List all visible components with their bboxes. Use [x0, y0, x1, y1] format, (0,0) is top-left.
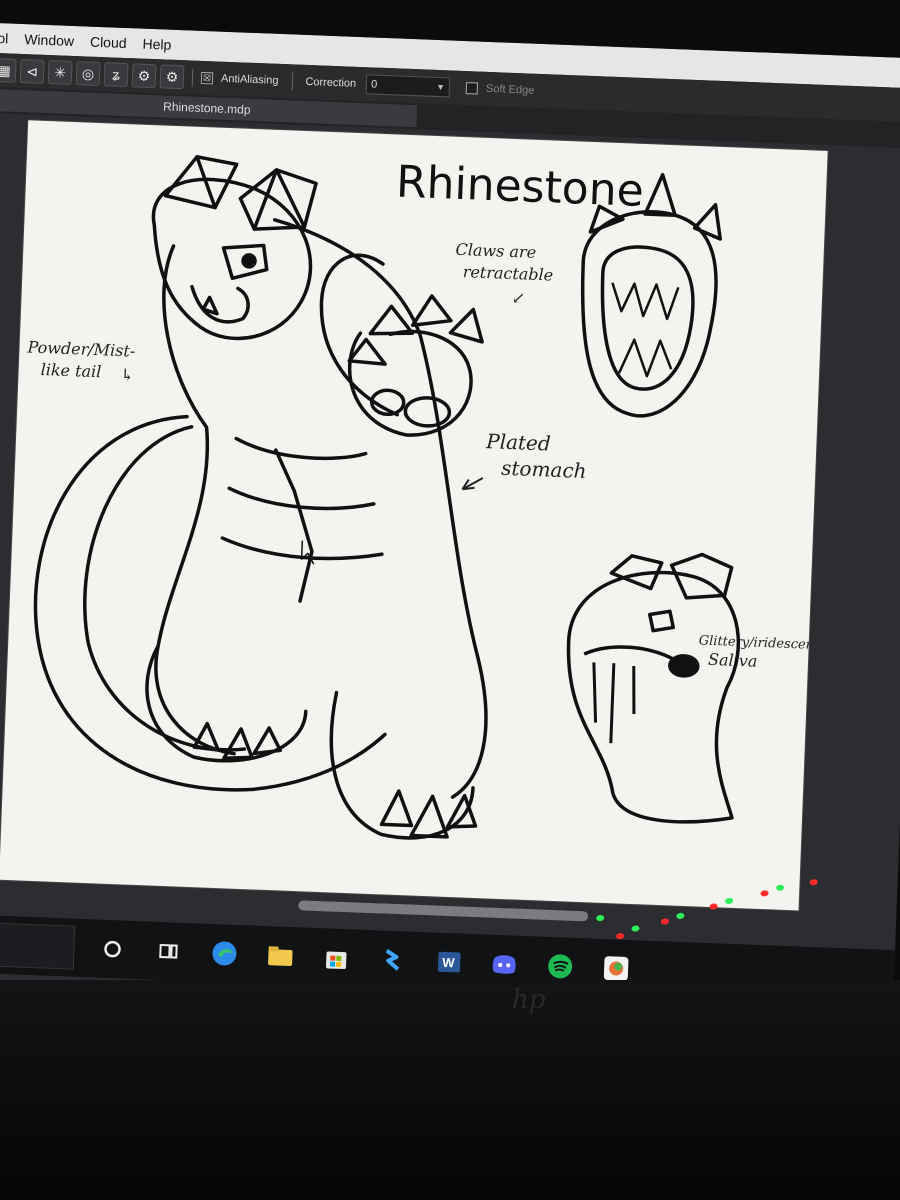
light-bulb	[631, 925, 640, 932]
note-stomach-2: stomach	[501, 456, 587, 483]
word-icon[interactable]: W	[430, 943, 467, 980]
note-claws-2: retractable	[462, 262, 553, 284]
sketch-artwork: Rhinestone Powder/Mist- like tail ↳ Claw…	[26, 155, 820, 840]
note-stomach-1: Plated	[485, 429, 551, 455]
correction-value: 0	[370, 78, 378, 91]
light-bulb	[709, 903, 718, 910]
light-bulb	[676, 912, 685, 920]
note-claws-arrow: ↙	[511, 288, 525, 308]
curve-tool-icon[interactable]: ʑ	[103, 62, 129, 88]
monitor-bezel	[0, 980, 900, 1200]
open-mouth-sketch	[580, 172, 722, 418]
light-bulb	[775, 884, 785, 892]
light-bulb	[760, 889, 769, 897]
menu-tool[interactable]: ol	[0, 30, 9, 46]
menu-window[interactable]: Window	[24, 31, 74, 49]
note-saliva-2: Saliva	[708, 650, 758, 671]
light-bulb	[809, 878, 818, 886]
hp-logo-icon: hp	[512, 985, 546, 1015]
drawing-canvas[interactable]: Rhinestone Powder/Mist- like tail ↳ Claw…	[0, 120, 828, 911]
toolbar-divider	[292, 72, 294, 91]
correction-label: Correction	[305, 75, 357, 90]
note-claws-1: Claws are	[455, 240, 536, 262]
scrollbar-thumb[interactable]	[298, 900, 589, 922]
stomach-arrow	[461, 477, 484, 491]
sheet-title: Rhinestone	[395, 156, 644, 216]
light-bulb	[595, 914, 605, 922]
drooling-head-sketch	[566, 552, 740, 824]
toolbar-divider	[191, 68, 194, 87]
edge-icon[interactable]	[206, 935, 243, 972]
word-letter: W	[442, 955, 456, 970]
chevron-down-icon: ▼	[435, 81, 446, 93]
radial-tool-icon[interactable]: ✳	[47, 60, 73, 85]
creature-main-drawing	[33, 155, 488, 840]
gear-tool-icon[interactable]: ⚙	[131, 63, 157, 89]
correction-select[interactable]: 0 ▼	[365, 74, 451, 98]
task-view-icon[interactable]	[150, 933, 187, 970]
menu-cloud[interactable]: Cloud	[90, 34, 127, 51]
light-bulb	[660, 918, 670, 925]
antialiasing-checkbox[interactable]: ☒	[200, 71, 214, 85]
menu-help[interactable]: Help	[142, 36, 171, 53]
soft-edge-checkbox[interactable]	[465, 82, 479, 95]
photo-scene: ol Window Cloud Help ▦ ⊲ ✳ ◎ ʑ ⚙ ⚙ ☒ Ant…	[0, 0, 900, 1200]
note-tail-2: like tail	[40, 360, 101, 381]
cortana-icon[interactable]	[94, 930, 131, 967]
soft-edge-label: Soft Edge	[485, 82, 535, 97]
perspective-tool-icon[interactable]: ⊲	[19, 58, 45, 84]
light-bulb	[724, 897, 734, 905]
taskbar-search-box[interactable]	[0, 921, 76, 970]
note-tail-arrow: ↳	[120, 365, 134, 385]
file-explorer-icon[interactable]	[262, 937, 299, 974]
monitor-screen: ol Window Cloud Help ▦ ⊲ ✳ ◎ ʑ ⚙ ⚙ ☒ Ant…	[0, 22, 900, 1049]
settings-tool-icon[interactable]: ⚙	[159, 64, 185, 90]
vscode-icon[interactable]	[374, 941, 411, 978]
antialiasing-label: AntiAliasing	[220, 72, 279, 87]
light-bulb	[615, 932, 625, 940]
store-icon[interactable]	[318, 939, 355, 976]
note-tail-1: Powder/Mist-	[26, 337, 135, 360]
discord-icon[interactable]	[486, 946, 523, 983]
grid-tool-icon[interactable]: ▦	[0, 57, 17, 83]
concentric-tool-icon[interactable]: ◎	[75, 61, 101, 87]
